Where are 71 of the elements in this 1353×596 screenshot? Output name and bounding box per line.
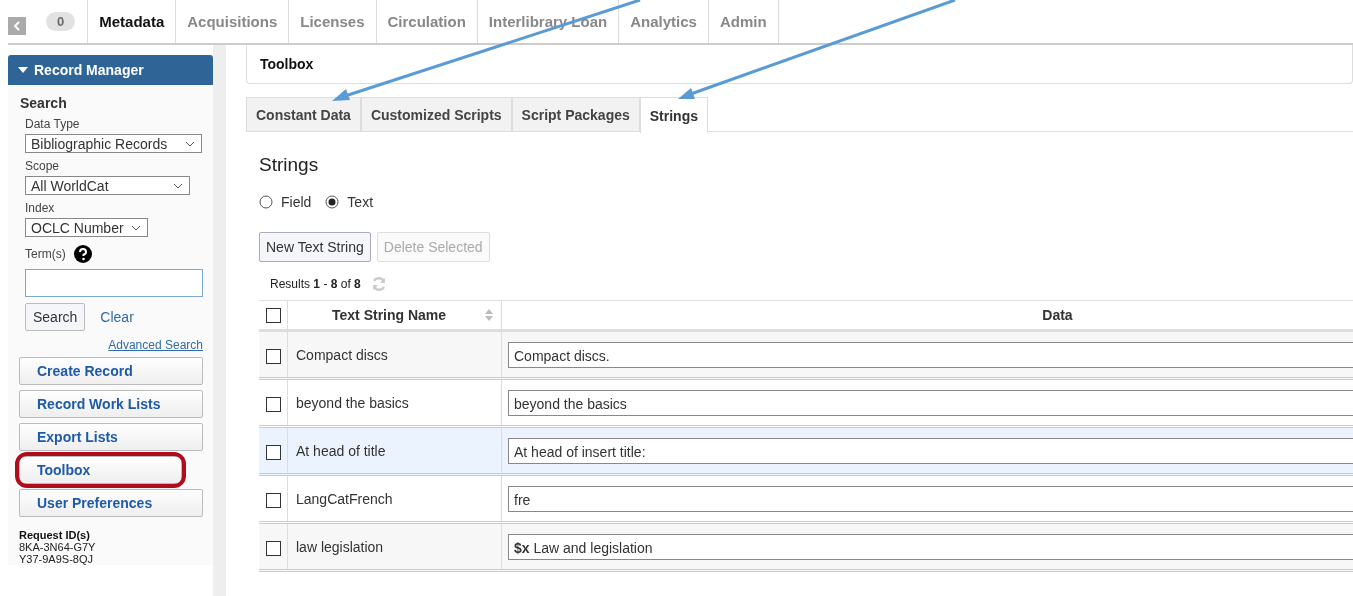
row-checkbox[interactable] xyxy=(265,493,281,508)
field-label: Data Type xyxy=(25,117,81,131)
chevron-left-icon xyxy=(13,21,21,31)
table-row[interactable]: LangCatFrench fre xyxy=(259,476,1353,524)
nav-tab[interactable]: Acquisitions xyxy=(176,0,290,43)
field-label: Scope xyxy=(25,159,61,173)
sidebar-button[interactable]: Toolbox xyxy=(19,456,182,484)
chevron-down-icon xyxy=(131,224,141,231)
tab[interactable]: Customized Scripts xyxy=(360,97,512,131)
nav-tab[interactable]: Metadata xyxy=(88,0,177,43)
terms-input[interactable] xyxy=(25,269,203,297)
clear-link[interactable]: Clear xyxy=(100,309,134,325)
data-input[interactable]: beyond the basics xyxy=(508,389,1353,416)
caret-icon xyxy=(18,66,28,74)
chevron-down-icon xyxy=(185,140,195,147)
string-name: At head of title xyxy=(296,442,386,459)
search-heading: Search xyxy=(19,95,68,111)
panel-title: Toolbox xyxy=(260,56,314,72)
string-name: Compact discs xyxy=(296,346,388,363)
data-input[interactable]: $x Law and legislation xyxy=(508,533,1353,560)
string-name: law legislation xyxy=(296,538,384,555)
row-checkbox[interactable] xyxy=(265,541,281,556)
advanced-search-link[interactable]: Advanced Search xyxy=(108,338,203,352)
nav-tab[interactable]: Analytics xyxy=(619,0,709,43)
row-checkbox[interactable] xyxy=(265,349,281,364)
table-row[interactable]: beyond the basics beyond the basics xyxy=(259,380,1353,428)
field-label: Index xyxy=(25,201,56,215)
nav-tab[interactable]: Circulation xyxy=(376,0,478,43)
table-row[interactable]: Compact discs Compact discs. xyxy=(259,332,1353,380)
string-name: beyond the basics xyxy=(296,394,409,411)
request-ids-label: Request ID(s) xyxy=(18,529,91,541)
radio-button[interactable] xyxy=(325,195,340,209)
column-header[interactable]: Text String Name xyxy=(332,307,447,323)
sidebar-button[interactable]: Export Lists xyxy=(19,423,203,451)
nav-tab[interactable]: Interlibrary Loan xyxy=(477,0,620,43)
nav-tab[interactable]: Licenses xyxy=(289,0,377,43)
request-id: Y37-9A9S-8QJ xyxy=(18,553,94,565)
action-button[interactable]: New Text String xyxy=(259,232,371,262)
row-checkbox[interactable] xyxy=(265,397,281,412)
radio-label: Text xyxy=(347,194,374,210)
tab[interactable]: Strings xyxy=(639,97,708,133)
table-row[interactable]: At head of title At head of insert title: xyxy=(259,428,1353,476)
row-checkbox[interactable] xyxy=(265,445,281,460)
data-input[interactable]: fre xyxy=(508,485,1353,512)
sidebar-button[interactable]: Record Work Lists xyxy=(19,390,203,418)
data-input[interactable]: At head of insert title: xyxy=(508,437,1353,464)
notification-badge: 0 xyxy=(46,12,76,31)
nav-tab[interactable]: Admin xyxy=(708,0,779,43)
select-all-checkbox[interactable] xyxy=(265,308,281,323)
tab[interactable]: Constant Data xyxy=(246,97,361,131)
help-icon[interactable] xyxy=(73,245,92,263)
field-label: Term(s) xyxy=(25,247,66,261)
search-button[interactable]: Search xyxy=(25,303,86,331)
results-count: Results 1 - 8 of 8 xyxy=(270,277,361,291)
sidebar-title: Record Manager xyxy=(34,62,144,78)
record-manager-header[interactable]: Record Manager xyxy=(8,55,213,85)
dropdown[interactable]: OCLC Number xyxy=(25,218,148,237)
column-header[interactable]: Data xyxy=(1042,307,1073,323)
sidebar-button[interactable]: Create Record xyxy=(19,357,203,385)
radio-button[interactable] xyxy=(259,195,273,209)
section-heading: Strings xyxy=(259,154,320,176)
dropdown[interactable]: Bibliographic Records xyxy=(25,134,202,153)
string-name: LangCatFrench xyxy=(296,490,393,507)
table-row[interactable]: law legislation $x Law and legislation xyxy=(259,524,1353,572)
sidebar-button[interactable]: User Preferences xyxy=(19,489,203,517)
tab[interactable]: Script Packages xyxy=(511,97,640,131)
chevron-down-icon xyxy=(173,182,183,189)
request-id: 8KA-3N64-G7Y xyxy=(18,541,97,553)
dropdown[interactable]: All WorldCat xyxy=(25,176,190,195)
radio-label: Field xyxy=(281,194,312,210)
data-input[interactable]: Compact discs. xyxy=(508,341,1353,368)
